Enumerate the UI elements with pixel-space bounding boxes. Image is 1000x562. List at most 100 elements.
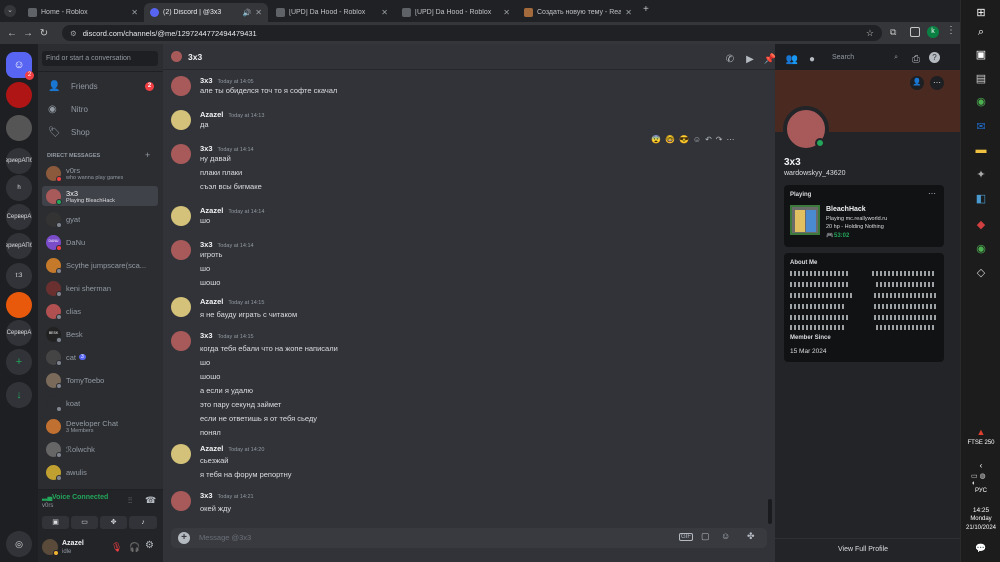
reaction-icon[interactable]: 😨	[651, 135, 661, 144]
profile-avatar[interactable]: k	[927, 26, 939, 38]
dm-item[interactable]: clias	[42, 301, 158, 321]
download-apps-button[interactable]: ↓	[6, 382, 32, 408]
user-name[interactable]: Azazel	[62, 540, 84, 547]
file-explorer-icon[interactable]: ▬	[971, 142, 991, 158]
tab-search-button[interactable]: ⌄	[4, 5, 16, 17]
author-name[interactable]: Azazel	[200, 206, 223, 215]
tray-icons[interactable]: ▭ ◍ ◖	[971, 471, 991, 487]
message-avatar[interactable]	[171, 76, 191, 96]
message-avatar[interactable]	[171, 297, 191, 317]
reaction-icon[interactable]: 😎	[679, 135, 689, 144]
video-call-icon[interactable]: ▶	[743, 52, 757, 66]
chrome-icon[interactable]: ◉	[971, 93, 991, 109]
author-name[interactable]: Azazel	[200, 444, 223, 453]
activities-button[interactable]: ✥	[100, 516, 127, 529]
add-reaction-icon[interactable]: ☺	[693, 135, 701, 144]
close-icon[interactable]: ✕	[131, 8, 138, 17]
extensions-icon[interactable]: ⧉	[890, 27, 896, 38]
nav-friends[interactable]: 👤 Friends 2	[42, 76, 158, 96]
message-avatar[interactable]	[171, 144, 191, 164]
emoji-icon[interactable]: ☺	[721, 531, 730, 541]
site-info-icon[interactable]: ⚙	[70, 29, 77, 38]
bookmark-star-icon[interactable]: ☆	[866, 28, 874, 39]
user-profile-icon[interactable]: ●	[805, 52, 819, 66]
message-author[interactable]: 3x3 Today at 14:14	[200, 240, 254, 249]
outlook-icon[interactable]: ✉	[971, 118, 991, 134]
close-icon[interactable]: ✕	[625, 8, 632, 17]
gif-icon[interactable]: GIF	[679, 533, 693, 541]
profile-add-friend-icon[interactable]: 👤	[910, 76, 924, 90]
reload-icon[interactable]: ↻	[36, 28, 52, 39]
dm-item[interactable]: koat	[42, 393, 158, 413]
taskbar-app-icon[interactable]: ◆	[971, 216, 991, 232]
camera-button[interactable]: ▣	[42, 516, 69, 529]
reply-icon[interactable]: ↶	[705, 135, 712, 144]
browser-tab[interactable]: Создать новую тему - ReallyW✕	[518, 3, 638, 22]
dm-item[interactable]: Scythe jumpscare(sca...	[42, 255, 158, 275]
close-icon[interactable]: ✕	[255, 8, 262, 17]
view-full-profile-link[interactable]: View Full Profile	[838, 546, 888, 553]
soundboard-button[interactable]: ♪	[129, 516, 157, 529]
chat-scrollbar[interactable]	[768, 499, 772, 524]
search-input[interactable]: Find or start a conversation	[42, 51, 158, 66]
server-icon[interactable]: СерверA	[6, 320, 32, 346]
author-name[interactable]: 3x3	[200, 240, 213, 249]
dm-item[interactable]: 3x3 Playing BleachHack	[42, 186, 158, 206]
message-author[interactable]: Azazel Today at 14:15	[200, 297, 264, 306]
dm-item[interactable]: awulis	[42, 462, 158, 482]
author-name[interactable]: 3x3	[200, 144, 213, 153]
browser-menu-icon[interactable]: ⋮	[946, 25, 956, 36]
browser-tab[interactable]: Home - Roblox ✕	[22, 3, 144, 22]
help-icon[interactable]: ?	[929, 52, 940, 63]
server-icon[interactable]: СерверA	[6, 204, 32, 230]
windows-start-icon[interactable]: ⊞	[971, 4, 991, 20]
dm-item[interactable]: TomyToebo	[42, 370, 158, 390]
taskbar-app-icon[interactable]: ✦	[971, 166, 991, 182]
new-tab-button[interactable]: +	[643, 4, 649, 15]
noise-suppression-icon[interactable]: ⫶⫶	[128, 496, 132, 506]
author-name[interactable]: Azazel	[200, 297, 223, 306]
upload-plus-icon[interactable]: +	[178, 532, 190, 544]
voice-status[interactable]: Voice Connected	[52, 494, 108, 501]
store-icon[interactable]: ◧	[971, 190, 991, 206]
voice-channel[interactable]: v0rs	[42, 503, 53, 509]
sticker-icon[interactable]: ▢	[701, 531, 710, 542]
more-icon[interactable]: ⋯	[726, 135, 734, 144]
author-name[interactable]: 3x3	[200, 76, 213, 85]
message-author[interactable]: 3x3 Today at 14:21	[200, 491, 254, 500]
audio-icon[interactable]: 🔊	[243, 9, 252, 17]
author-name[interactable]: 3x3	[200, 491, 213, 500]
server-icon[interactable]	[6, 115, 32, 141]
profile-more-icon[interactable]: ⋯	[930, 76, 944, 90]
forward-icon[interactable]: →	[20, 28, 36, 39]
address-bar[interactable]: ⚙ discord.com/channels/@me/1297244772494…	[62, 25, 882, 41]
message-avatar[interactable]	[171, 491, 191, 511]
nav-nitro[interactable]: ◉ Nitro	[42, 99, 158, 119]
reaction-icon[interactable]: 🤓	[665, 135, 675, 144]
message-avatar[interactable]	[171, 331, 191, 351]
search-input[interactable]: Search ⌕	[828, 51, 902, 64]
apps-icon[interactable]: ✤	[747, 531, 755, 542]
close-icon[interactable]: ✕	[381, 8, 388, 17]
discover-icon[interactable]: ◎	[6, 531, 32, 557]
browser-tab[interactable]: [UPD] Da Hood - Roblox ✕	[270, 3, 394, 22]
headphones-icon[interactable]: 🎧	[129, 542, 140, 553]
task-view-icon[interactable]: ▣	[971, 46, 991, 62]
user-settings-icon[interactable]: ⚙	[145, 540, 154, 551]
add-friends-icon[interactable]: 👥	[785, 52, 799, 66]
dm-item[interactable]: keni sherman	[42, 278, 158, 298]
message-author[interactable]: 3x3 Today at 14:14	[200, 144, 254, 153]
author-name[interactable]: 3x3	[200, 331, 213, 340]
message-avatar[interactable]	[171, 240, 191, 260]
message-author[interactable]: 3x3 Today at 14:15	[200, 331, 254, 340]
dm-item[interactable]: Developer Chat 3 Members	[42, 416, 158, 436]
server-icon[interactable]: h	[6, 175, 32, 201]
message-author[interactable]: Azazel Today at 14:14	[200, 206, 264, 215]
dm-item[interactable]: ℛolwchk	[42, 439, 158, 459]
nav-shop[interactable]: 🏷 Shop	[42, 122, 158, 142]
screen-share-button[interactable]: ▭	[71, 516, 98, 529]
message-input[interactable]: + Message @3x3 GIF ▢ ☺ ✤	[171, 528, 767, 548]
forward-icon[interactable]: ↷	[716, 135, 723, 144]
server-icon[interactable]: вриерАПб	[6, 148, 32, 174]
message-avatar[interactable]	[171, 206, 191, 226]
